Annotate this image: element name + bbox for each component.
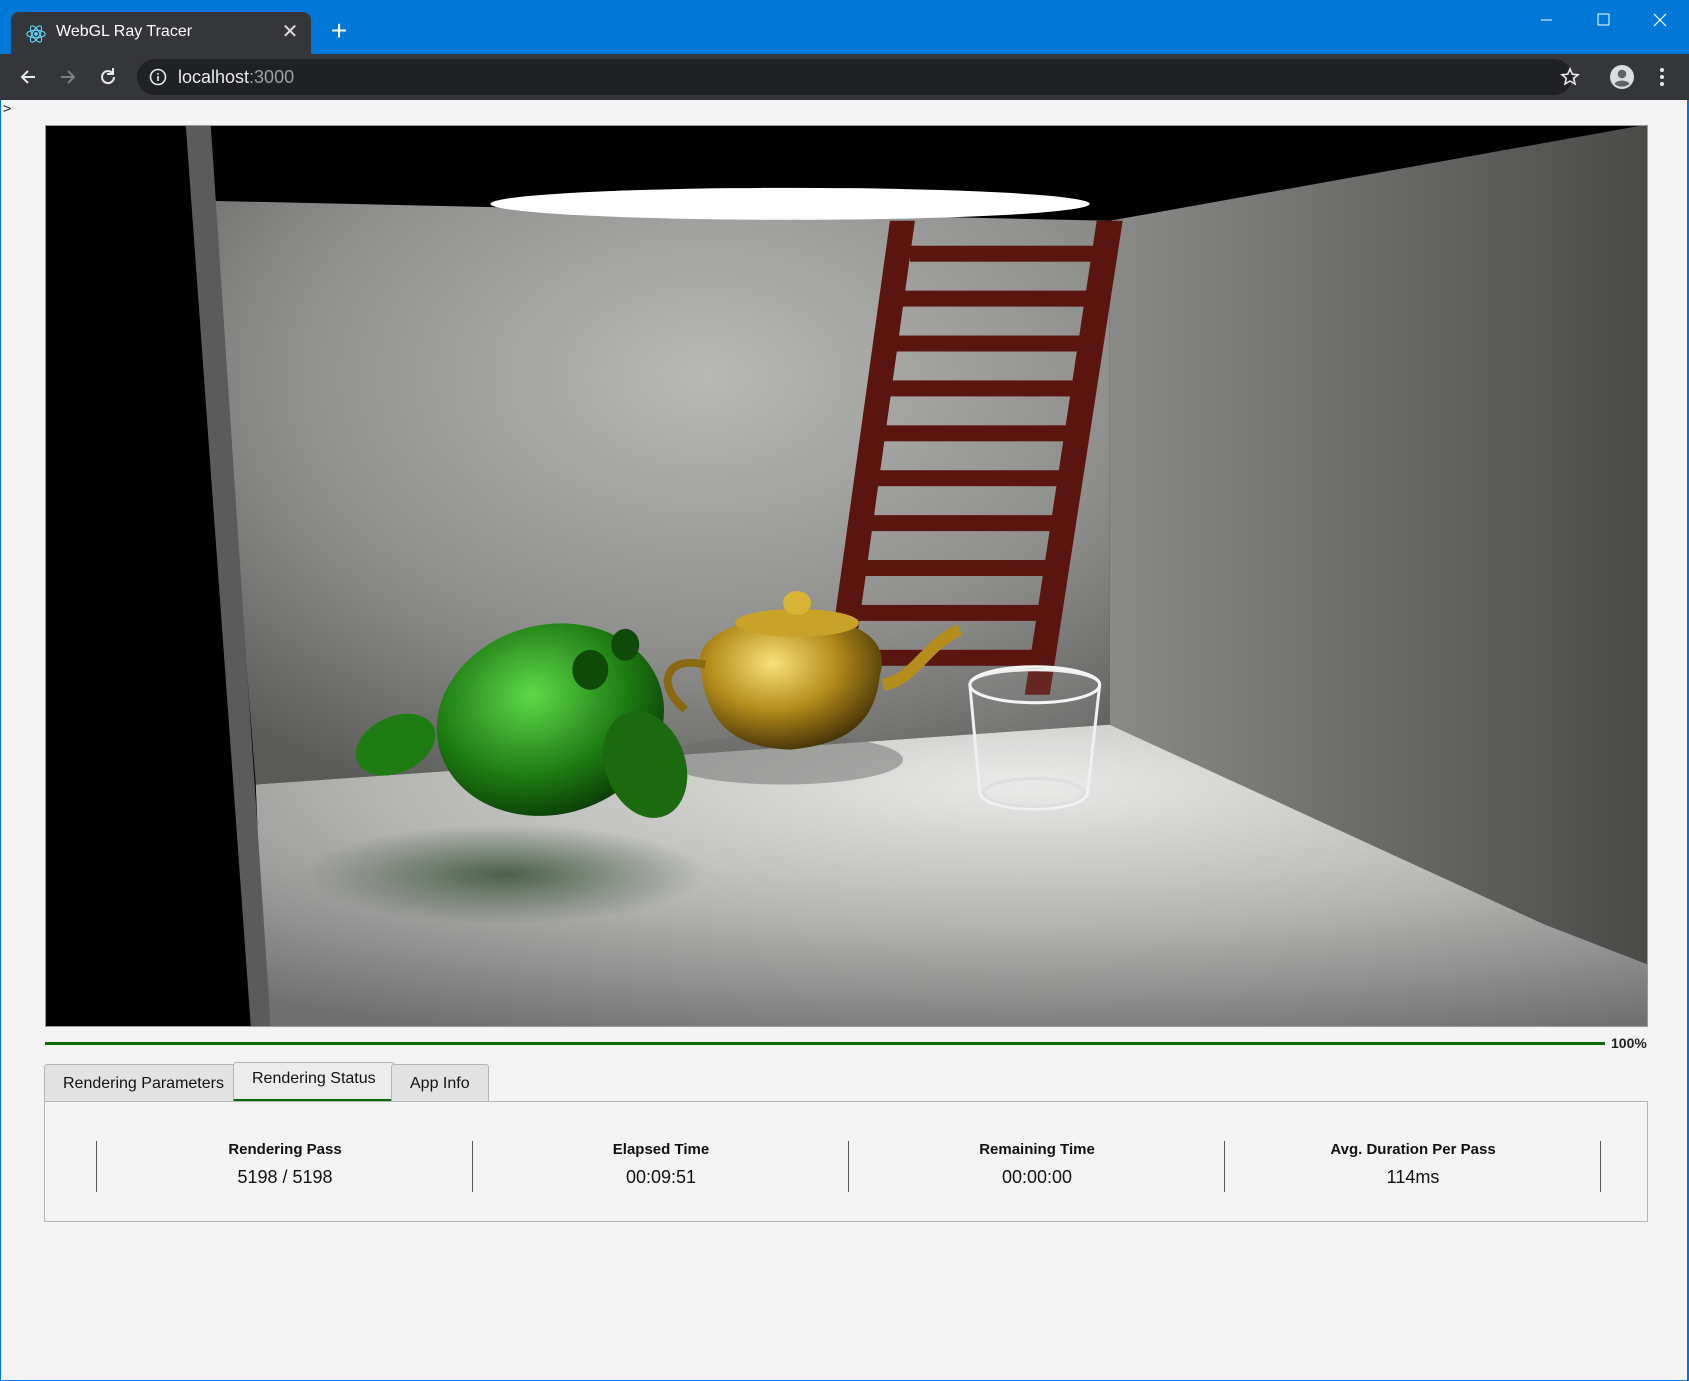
progress-label: 100% [1611,1035,1647,1051]
profile-icon[interactable] [1608,63,1636,91]
reload-icon[interactable] [94,63,122,91]
window-titlebar: WebGL Ray Tracer ✕ + [0,0,1689,54]
url-port: :3000 [249,67,295,87]
menu-icon[interactable] [1650,63,1674,91]
browser-toolbar: localhost:3000 [0,54,1689,100]
info-icon[interactable] [149,68,167,86]
stat-rendering-pass: Rendering Pass 5198 / 5198 [97,1139,473,1191]
render-canvas[interactable] [45,125,1648,1027]
stat-label: Remaining Time [979,1141,1095,1158]
separator [1600,1141,1601,1192]
stat-remaining-time: Remaining Time 00:00:00 [849,1139,1225,1191]
forward-icon[interactable] [54,63,82,91]
tab-close-icon[interactable]: ✕ [279,21,301,43]
page-content: > 100% Rendering Parameters Rendering St… [1,100,1687,1380]
stat-avg-duration: Avg. Duration Per Pass 114ms [1225,1139,1601,1191]
tab-rendering-status[interactable]: Rendering Status [233,1062,395,1102]
back-icon[interactable] [14,63,42,91]
react-favicon-icon [25,23,47,45]
stat-value: 00:00:00 [1001,1167,1073,1187]
tab-app-info[interactable]: App Info [391,1064,489,1102]
stat-value: 5198 / 5198 [237,1167,333,1187]
render-progress-bar [45,1042,1605,1045]
progress-fill [45,1042,1605,1045]
address-bar[interactable]: localhost:3000 [137,59,1572,95]
maximize-icon[interactable] [1575,0,1632,40]
minimize-icon[interactable] [1518,0,1575,40]
new-tab-button[interactable]: + [325,17,353,45]
ray-traced-scene-image [46,126,1647,1026]
url-text[interactable]: localhost:3000 [178,67,294,88]
stray-text: > [3,101,12,117]
close-icon[interactable] [1632,0,1689,40]
rendering-status-panel: Rendering Pass 5198 / 5198 Elapsed Time … [44,1101,1648,1222]
tab-title: WebGL Ray Tracer [56,23,193,40]
browser-tab[interactable]: WebGL Ray Tracer ✕ [11,12,311,54]
stat-value: 00:09:51 [625,1167,697,1187]
stat-label: Rendering Pass [228,1141,342,1158]
stat-elapsed-time: Elapsed Time 00:09:51 [473,1139,849,1191]
star-icon[interactable] [1556,63,1584,91]
url-host: localhost [178,67,250,87]
stat-label: Elapsed Time [612,1141,710,1158]
stat-label: Avg. Duration Per Pass [1330,1141,1496,1158]
tab-rendering-parameters[interactable]: Rendering Parameters [44,1064,243,1102]
stat-value: 114ms [1386,1167,1440,1187]
